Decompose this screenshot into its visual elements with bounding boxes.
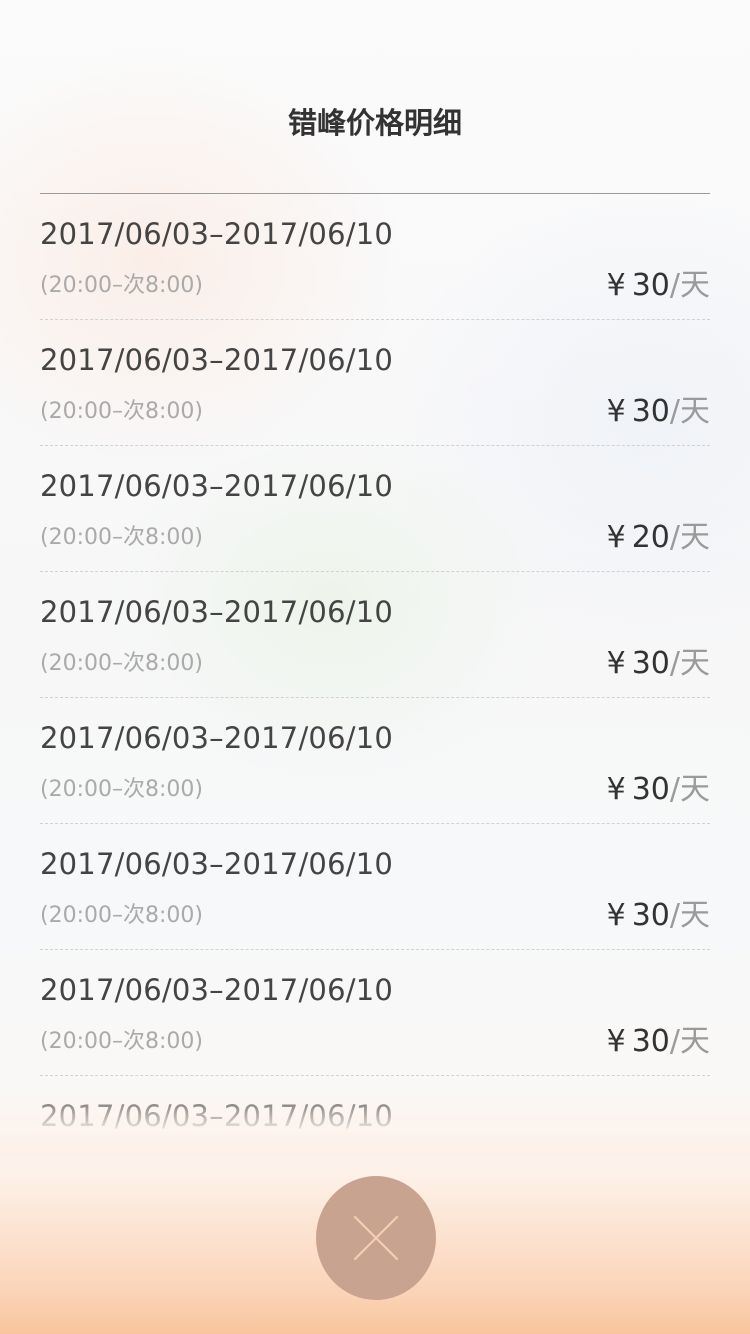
date-range: 2017/06/03–2017/06/10 xyxy=(40,721,393,755)
price-unit: /天 xyxy=(669,520,710,555)
date-range: 2017/06/03–2017/06/10 xyxy=(40,469,393,503)
price-unit: /天 xyxy=(669,772,710,807)
price: ¥30/天 xyxy=(607,260,710,304)
date-range: 2017/06/03–2017/06/10 xyxy=(40,343,393,377)
price-list[interactable]: 2017/06/03–2017/06/10 (20:00–次8:00) ¥30/… xyxy=(40,194,710,1201)
list-item: 2017/06/03–2017/06/10 (20:00–次8:00) ¥30/… xyxy=(40,950,710,1076)
page-title: 错峰价格明细 xyxy=(287,106,462,140)
time-range: (20:00–次8:00) xyxy=(40,273,203,298)
list-item: 2017/06/03–2017/06/10 (20:00–次8:00) ¥30/… xyxy=(40,698,710,824)
currency-symbol: ¥ xyxy=(606,898,626,933)
time-range: (20:00–次8:00) xyxy=(40,399,203,424)
price: ¥20/天 xyxy=(607,512,710,556)
time-range: (20:00–次8:00) xyxy=(40,777,203,802)
currency-symbol: ¥ xyxy=(606,646,626,681)
currency-symbol: ¥ xyxy=(606,394,626,429)
price-amount: 30 xyxy=(631,646,670,681)
currency-symbol: ¥ xyxy=(606,520,626,555)
date-range: 2017/06/03–2017/06/10 xyxy=(40,1099,393,1133)
price: ¥30/天 xyxy=(607,890,710,934)
time-range: (20:00–次8:00) xyxy=(40,903,203,928)
time-range: (20:00–次8:00) xyxy=(40,1029,203,1054)
list-item: 2017/06/03–2017/06/10 (20:00–次8:00) ¥30/… xyxy=(40,194,710,320)
date-range: 2017/06/03–2017/06/10 xyxy=(40,973,393,1007)
close-icon xyxy=(352,1214,400,1262)
price-amount: 30 xyxy=(631,898,670,933)
list-item: 2017/06/03–2017/06/10 (20:00–次8:00) ¥30/… xyxy=(40,572,710,698)
price-amount: 30 xyxy=(631,394,670,429)
price: ¥30/天 xyxy=(607,1016,710,1060)
list-item: 2017/06/03–2017/06/10 (20:00–次8:00) ¥20/… xyxy=(40,446,710,572)
currency-symbol: ¥ xyxy=(606,772,626,807)
price-unit: /天 xyxy=(669,646,710,681)
date-range: 2017/06/03–2017/06/10 xyxy=(40,595,393,629)
date-range: 2017/06/03–2017/06/10 xyxy=(40,217,393,251)
price-amount: 30 xyxy=(631,772,670,807)
currency-symbol: ¥ xyxy=(606,1024,626,1059)
list-item: 2017/06/03–2017/06/10 (20:00–次8:00) ¥30/… xyxy=(40,824,710,950)
price-unit: /天 xyxy=(669,268,710,303)
price-amount: 30 xyxy=(631,268,670,303)
price-unit: /天 xyxy=(669,394,710,429)
price-unit: /天 xyxy=(669,898,710,933)
price: ¥30/天 xyxy=(607,638,710,682)
price-amount: 20 xyxy=(631,520,670,555)
price-unit: /天 xyxy=(669,1024,710,1059)
price-amount: 30 xyxy=(631,1024,670,1059)
price: ¥30/天 xyxy=(607,386,710,430)
close-button[interactable] xyxy=(316,1176,436,1300)
price: ¥30/天 xyxy=(607,764,710,808)
time-range: (20:00–次8:00) xyxy=(40,651,203,676)
time-range: (20:00–次8:00) xyxy=(40,525,203,550)
date-range: 2017/06/03–2017/06/10 xyxy=(40,847,393,881)
currency-symbol: ¥ xyxy=(606,268,626,303)
list-item: 2017/06/03–2017/06/10 (20:00–次8:00) ¥30/… xyxy=(40,320,710,446)
